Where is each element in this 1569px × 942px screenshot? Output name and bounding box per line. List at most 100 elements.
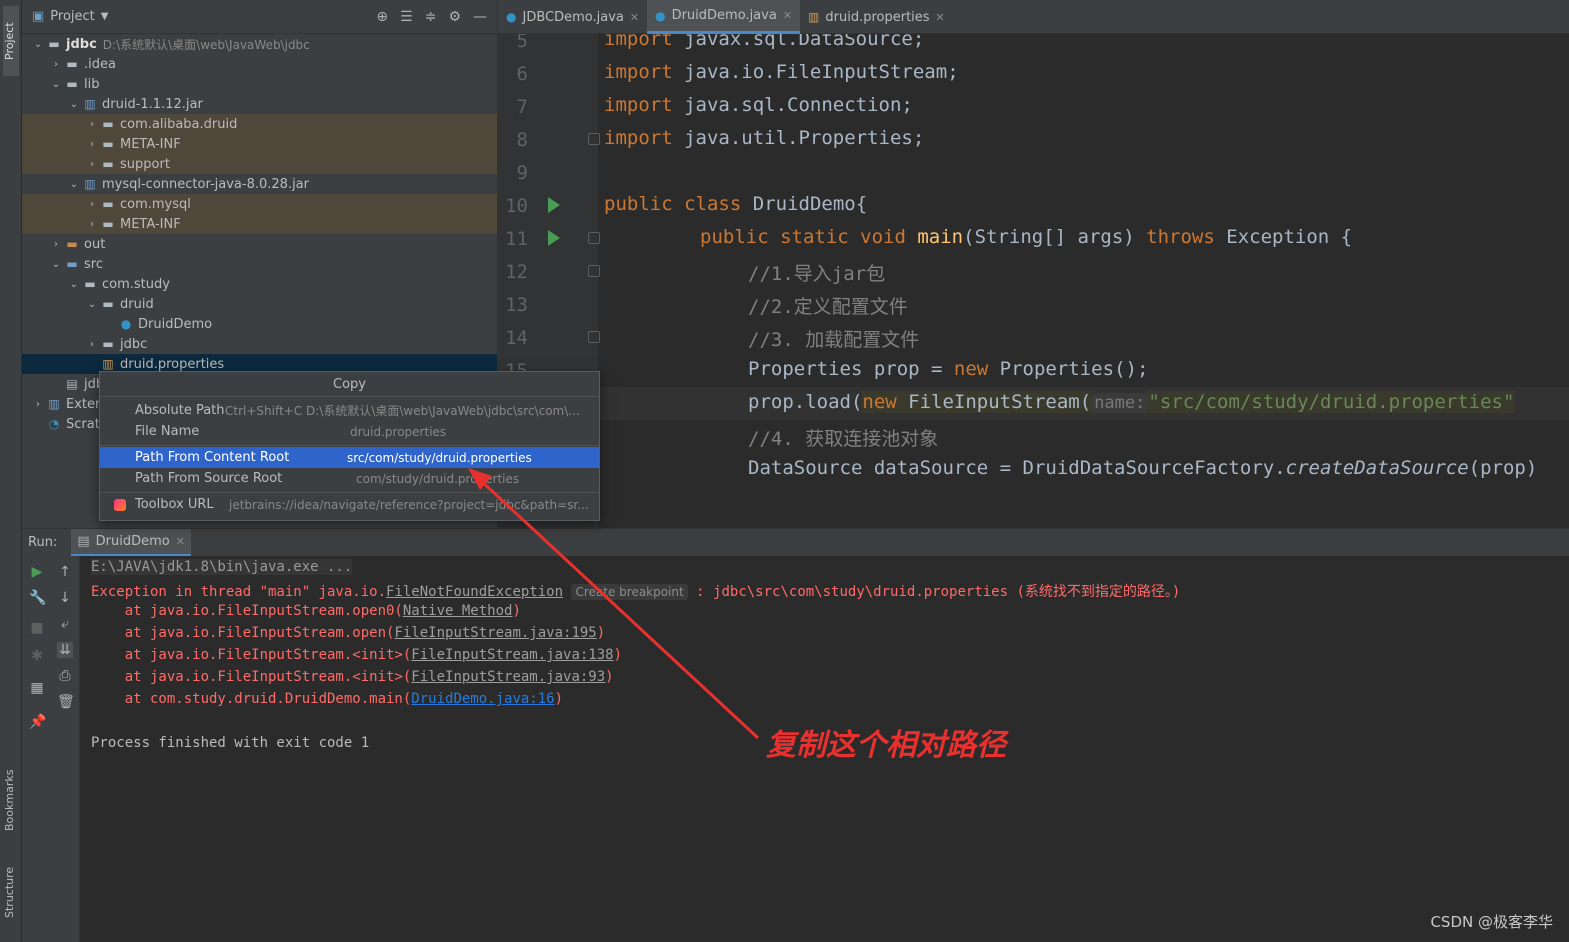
jar-icon: ▥ [84, 97, 96, 111]
gear-icon[interactable]: ⚙ [448, 9, 461, 25]
close-icon[interactable]: ✕ [630, 11, 639, 24]
chevron-down-icon[interactable]: ⌄ [48, 79, 64, 90]
print-icon[interactable]: ⎙ [57, 668, 73, 684]
properties-file-icon: ▥ [808, 10, 820, 24]
tree-item-label: .idea [84, 56, 116, 72]
console-exception-line: Exception in thread "main" java.io.FileN… [91, 584, 1181, 600]
menu-item-path-from-source-root[interactable]: Path From Source Root com/study/druid.pr… [100, 468, 599, 489]
arrow-down-icon[interactable]: ↓ [57, 590, 73, 606]
tree-item[interactable]: › ▬ META-INF [22, 134, 497, 154]
chevron-right-icon[interactable]: › [48, 59, 64, 70]
close-icon[interactable]: ✕ [176, 535, 185, 548]
create-breakpoint-button[interactable]: Create breakpoint [571, 584, 688, 600]
tree-item[interactable]: ● DruidDemo [22, 314, 497, 334]
run-class-icon[interactable] [548, 197, 560, 213]
run-tab-druiddemo[interactable]: ▤ DruidDemo ✕ [71, 528, 191, 557]
collapse-all-icon[interactable]: ≑ [425, 9, 437, 25]
rerun-icon[interactable]: ▶ [29, 564, 45, 580]
tree-item[interactable]: › ▬ com.alibaba.druid [22, 114, 497, 134]
tree-item[interactable]: ⌄ ▥ mysql-connector-java-8.0.28.jar [22, 174, 497, 194]
chevron-right-icon[interactable]: › [30, 399, 46, 410]
bookmarks-tool-button[interactable]: Bookmarks [3, 760, 19, 840]
chevron-down-icon[interactable]: ⌄ [66, 99, 82, 110]
tree-item[interactable]: › ▬ jdbc [22, 334, 497, 354]
package-icon: ▬ [102, 337, 114, 351]
soft-wrap-icon[interactable]: ⤶ [57, 616, 73, 632]
fold-marker[interactable] [588, 133, 600, 145]
run-toolbar: ▶ ↑ 🔧 ↓ ■ ⤶ ✱ ⇊ ▦ ⎙ 🗑 📌 [22, 556, 80, 942]
code-line-15: Properties prop = new Properties(); [748, 358, 1149, 380]
menu-item-file-name[interactable]: File Name druid.properties [100, 421, 599, 442]
chevron-right-icon[interactable]: › [84, 199, 100, 210]
tree-item[interactable]: › ▬ out [22, 234, 497, 254]
popup-title: Copy [100, 372, 599, 397]
tree-item[interactable]: › ▬ .idea [22, 54, 497, 74]
debug-icon[interactable]: ✱ [29, 648, 45, 664]
menu-item-absolute-path[interactable]: Absolute Path Ctrl+Shift+C D:\系统默认\桌面\we… [100, 400, 599, 421]
project-tool-button[interactable]: Project [3, 6, 19, 76]
chevron-down-icon[interactable]: ⌄ [66, 279, 82, 290]
chevron-down-icon[interactable]: ⌄ [30, 39, 46, 50]
chevron-right-icon[interactable]: › [84, 339, 100, 350]
code-editor[interactable]: 56789101112131415 import javax.sql.DataS… [498, 34, 1569, 528]
layout-icon[interactable]: ▦ [29, 680, 45, 696]
project-view-selector[interactable]: ▣ Project ▼ [32, 9, 108, 24]
structure-tool-button[interactable]: Structure [3, 855, 19, 930]
tree-item[interactable]: ⌄ ▬ src [22, 254, 497, 274]
scroll-to-end-icon[interactable]: ⇊ [57, 642, 73, 658]
console-command-line: E:\JAVA\jdk1.8\bin\java.exe ... [91, 559, 353, 575]
tree-item-label: jdbc [66, 36, 97, 52]
tree-item-label: src [84, 256, 103, 272]
tree-item[interactable]: ⌄ ▬ lib [22, 74, 497, 94]
run-main-icon[interactable] [548, 230, 560, 246]
close-icon[interactable]: ✕ [936, 11, 945, 24]
line-number: 13 [505, 294, 528, 316]
hide-icon[interactable]: — [473, 9, 487, 25]
tree-item-label: lib [84, 76, 100, 92]
tree-item[interactable]: ⌄ ▬ jdbc D:\系统默认\桌面\web\JavaWeb\jdbc [22, 34, 497, 54]
tree-item[interactable]: › ▬ META-INF [22, 214, 497, 234]
chevron-right-icon[interactable]: › [84, 219, 100, 230]
fold-marker[interactable] [588, 331, 600, 343]
source-link[interactable]: DruidDemo.java:16 [411, 691, 554, 707]
chevron-down-icon: ▼ [100, 11, 109, 22]
chevron-right-icon[interactable]: › [84, 119, 100, 130]
tree-item-label: com.mysql [120, 196, 191, 212]
java-class-icon: ● [506, 10, 517, 24]
locate-icon[interactable]: ⊕ [376, 9, 388, 25]
line-number: 9 [516, 162, 528, 184]
tree-item-label: druid.properties [120, 356, 225, 372]
tab-druiddemo[interactable]: ● DruidDemo.java ✕ [647, 0, 801, 34]
stack-line: at java.io.FileInputStream.<init>(FileIn… [91, 669, 614, 685]
tree-item-path: D:\系统默认\桌面\web\JavaWeb\jdbc [102, 37, 310, 52]
pin-icon[interactable]: 📌 [29, 714, 46, 730]
fold-marker[interactable] [588, 232, 600, 244]
wrench-icon[interactable]: 🔧 [29, 590, 46, 606]
chevron-down-icon[interactable]: ⌄ [66, 179, 82, 190]
tree-item[interactable]: ⌄ ▬ com.study [22, 274, 497, 294]
menu-item-toolbox-url[interactable]: Toolbox URL jetbrains://idea/navigate/re… [100, 494, 599, 515]
tree-item[interactable]: ⌄ ▥ druid-1.1.12.jar [22, 94, 497, 114]
tab-jdbcdemo[interactable]: ● JDBCDemo.java ✕ [498, 0, 647, 34]
stop-icon[interactable]: ■ [29, 620, 45, 636]
tab-druid-properties[interactable]: ▥ druid.properties ✕ [800, 0, 953, 34]
chevron-right-icon[interactable]: › [84, 139, 100, 150]
chevron-right-icon[interactable]: › [48, 239, 64, 250]
tree-item[interactable]: ⌄ ▬ druid [22, 294, 497, 314]
folder-icon: ▬ [66, 57, 78, 71]
trash-icon[interactable]: 🗑 [57, 694, 75, 710]
expand-all-icon[interactable]: ☰ [400, 9, 413, 25]
chevron-down-icon[interactable]: ⌄ [84, 299, 100, 310]
watermark: CSDN @极客李华 [1430, 913, 1553, 931]
line-number: 8 [516, 129, 528, 151]
chevron-down-icon[interactable]: ⌄ [48, 259, 64, 270]
close-icon[interactable]: ✕ [783, 9, 792, 22]
tab-label: DruidDemo.java [671, 8, 777, 23]
tree-item[interactable]: › ▬ com.mysql [22, 194, 497, 214]
menu-item-path-from-content-root[interactable]: Path From Content Root src/com/study/dru… [100, 447, 599, 468]
tree-item[interactable]: › ▬ support [22, 154, 497, 174]
arrow-up-icon[interactable]: ↑ [57, 564, 73, 580]
chevron-right-icon[interactable]: › [84, 159, 100, 170]
exception-class-link[interactable]: FileNotFoundException [386, 584, 563, 600]
fold-marker[interactable] [588, 265, 600, 277]
